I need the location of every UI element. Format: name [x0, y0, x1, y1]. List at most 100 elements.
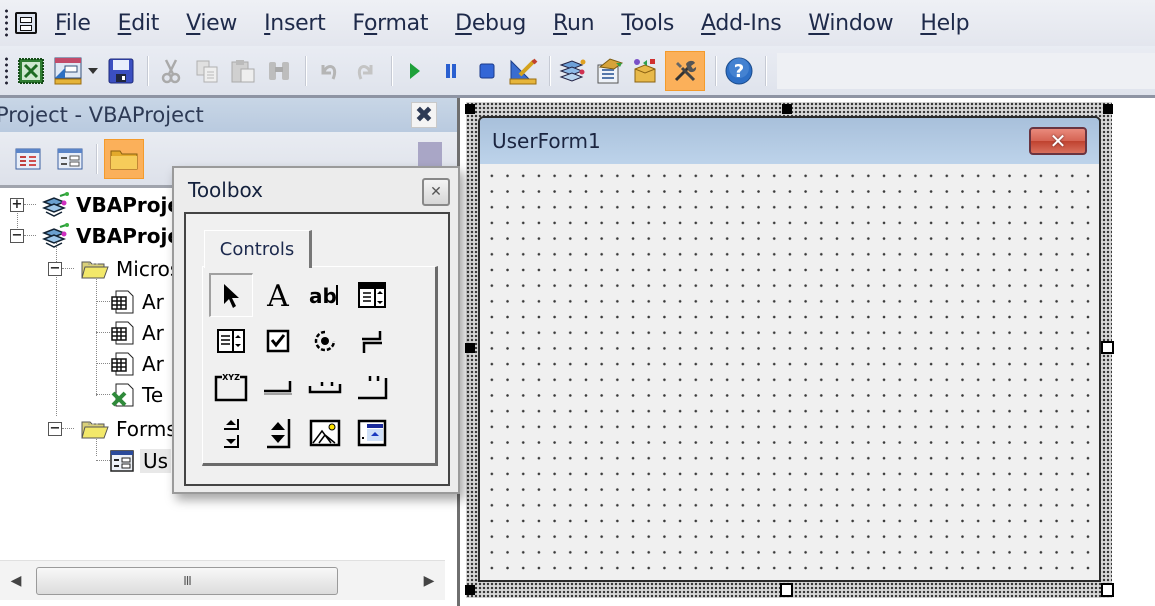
toolbox-window[interactable]: Toolbox ✕ Controls Aab XYZ — [172, 166, 460, 494]
insert-dropdown-button[interactable] — [85, 53, 101, 89]
svg-text:A: A — [266, 280, 289, 310]
svg-text:XYZ: XYZ — [222, 373, 240, 382]
tree-item[interactable]: − Micros — [48, 254, 180, 284]
design-mode-button[interactable] — [507, 53, 539, 89]
menu-view[interactable]: View — [186, 11, 237, 36]
menu-grip-handle[interactable] — [4, 8, 9, 38]
toolbox-control-optionbutton[interactable] — [303, 319, 347, 363]
toolbox-control-checkbox[interactable] — [256, 319, 300, 363]
view-object-button[interactable] — [54, 143, 86, 175]
save-button[interactable] — [105, 53, 137, 89]
svg-text:?: ? — [734, 61, 744, 82]
project-explorer-titlebar[interactable]: Project - VBAProject ✖ — [0, 98, 457, 132]
project-explorer-close-button[interactable]: ✖ — [411, 102, 437, 128]
tree-item[interactable]: Ar — [110, 287, 164, 317]
reset-icon — [479, 63, 495, 78]
object-browser-button[interactable] — [629, 53, 661, 89]
menu-file[interactable]: File — [55, 11, 91, 36]
scroll-left-icon[interactable]: ◀ — [0, 573, 32, 589]
copy-button[interactable] — [191, 53, 223, 89]
toolbox-control-commandbutton[interactable] — [256, 365, 300, 409]
scroll-track[interactable]: III — [32, 566, 413, 596]
resize-handle-middle-left — [465, 343, 475, 353]
toolbox-control-multipage[interactable] — [350, 365, 394, 409]
toolbar-separator — [549, 55, 551, 86]
project-horizontal-scrollbar[interactable]: ◀ III ▶ — [0, 560, 445, 600]
tree-connector-line — [96, 332, 110, 333]
toolbar-grip-handle[interactable] — [4, 55, 9, 86]
collapse-icon[interactable]: − — [48, 422, 62, 436]
collapse-icon[interactable]: − — [48, 262, 62, 276]
project-explorer-title: Project - VBAProject — [0, 103, 204, 127]
menu-window[interactable]: Window — [808, 11, 893, 36]
reset-button[interactable] — [471, 53, 503, 89]
tree-item[interactable]: Te — [110, 380, 163, 410]
collapse-icon[interactable]: − — [10, 229, 24, 243]
toolbox-control-label[interactable]: A — [256, 273, 300, 317]
toolbox-control-listbox[interactable] — [209, 319, 253, 363]
tree-item[interactable]: Ar — [110, 349, 164, 379]
grip-icon: III — [183, 573, 192, 588]
menu-addins[interactable]: Add-Ins — [701, 11, 782, 36]
toolbox-control-tabstrip[interactable] — [303, 365, 347, 409]
userform-titlebar[interactable]: UserForm1 ✕ — [480, 118, 1099, 164]
break-button[interactable] — [435, 53, 467, 89]
run-button[interactable] — [399, 53, 431, 89]
toolbox-control-textbox[interactable]: ab — [303, 273, 347, 317]
menu-edit[interactable]: Edit — [118, 11, 160, 36]
cut-button[interactable] — [155, 53, 187, 89]
toolbox-control-togglebutton[interactable] — [350, 319, 394, 363]
userform-window[interactable]: UserForm1 ✕ — [478, 116, 1101, 582]
userform-design-grid[interactable] — [480, 164, 1099, 580]
resize-handle-bottom-center[interactable] — [780, 583, 793, 597]
menu-format[interactable]: Format — [352, 11, 428, 36]
scroll-right-icon[interactable]: ▶ — [413, 573, 445, 589]
userform-app-icon[interactable] — [15, 12, 37, 34]
tab-controls[interactable]: Controls — [204, 230, 312, 268]
redo-button[interactable] — [349, 53, 381, 89]
userform-close-button[interactable]: ✕ — [1029, 127, 1087, 155]
tree-item-label: VBAProje — [76, 193, 181, 217]
menu-tools[interactable]: Tools — [621, 11, 674, 36]
folder-icon — [80, 418, 110, 440]
toolbox-control-spinbutton[interactable] — [256, 411, 300, 455]
menu-help[interactable]: Help — [920, 11, 969, 36]
expand-icon[interactable]: + — [10, 198, 24, 212]
toolbox-close-button[interactable]: ✕ — [422, 178, 450, 206]
toolbox-control-scrollbar[interactable] — [209, 411, 253, 455]
tree-connector-line — [96, 301, 110, 302]
help-button[interactable]: ? — [723, 53, 755, 89]
tree-item[interactable]: − Forms — [48, 414, 177, 444]
properties-window-button[interactable] — [593, 53, 625, 89]
controls-grid: Aab XYZ — [209, 273, 397, 457]
menu-debug[interactable]: Debug — [455, 11, 526, 36]
tree-item-label: Ar — [142, 352, 164, 376]
view-excel-button[interactable] — [15, 53, 47, 89]
tree-item[interactable]: − VBAProje — [10, 221, 181, 251]
menu-run[interactable]: Run — [553, 11, 595, 36]
undo-button[interactable] — [313, 53, 345, 89]
menu-accelerator: V — [186, 10, 201, 36]
toolbox-control-image[interactable] — [303, 411, 347, 455]
paste-button[interactable] — [227, 53, 259, 89]
menu-insert[interactable]: Insert — [264, 11, 326, 36]
toolbox-control-combobox[interactable] — [350, 273, 394, 317]
view-code-button[interactable] — [12, 143, 44, 175]
tree-item[interactable]: Us — [110, 446, 172, 476]
label-icon: A — [262, 280, 294, 310]
toolbox-control-select-objects[interactable] — [209, 273, 253, 317]
toolbox-control-refedit[interactable] — [350, 411, 394, 455]
tree-item[interactable]: Ar — [110, 318, 164, 348]
insert-userform-button[interactable] — [51, 53, 85, 89]
toolbox-button[interactable] — [665, 50, 705, 91]
resize-handle-bottom-right[interactable] — [1101, 583, 1114, 597]
tree-item[interactable]: + VBAProje — [10, 190, 181, 220]
resize-handle-middle-right[interactable] — [1101, 341, 1114, 354]
commandbutton-icon — [262, 377, 294, 397]
project-explorer-button[interactable] — [557, 53, 589, 89]
multipage-icon — [356, 372, 388, 402]
scroll-thumb[interactable]: III — [36, 566, 338, 595]
find-button[interactable] — [263, 53, 295, 89]
toolbox-control-frame[interactable]: XYZ — [209, 365, 253, 409]
toggle-folders-button[interactable] — [104, 138, 144, 179]
